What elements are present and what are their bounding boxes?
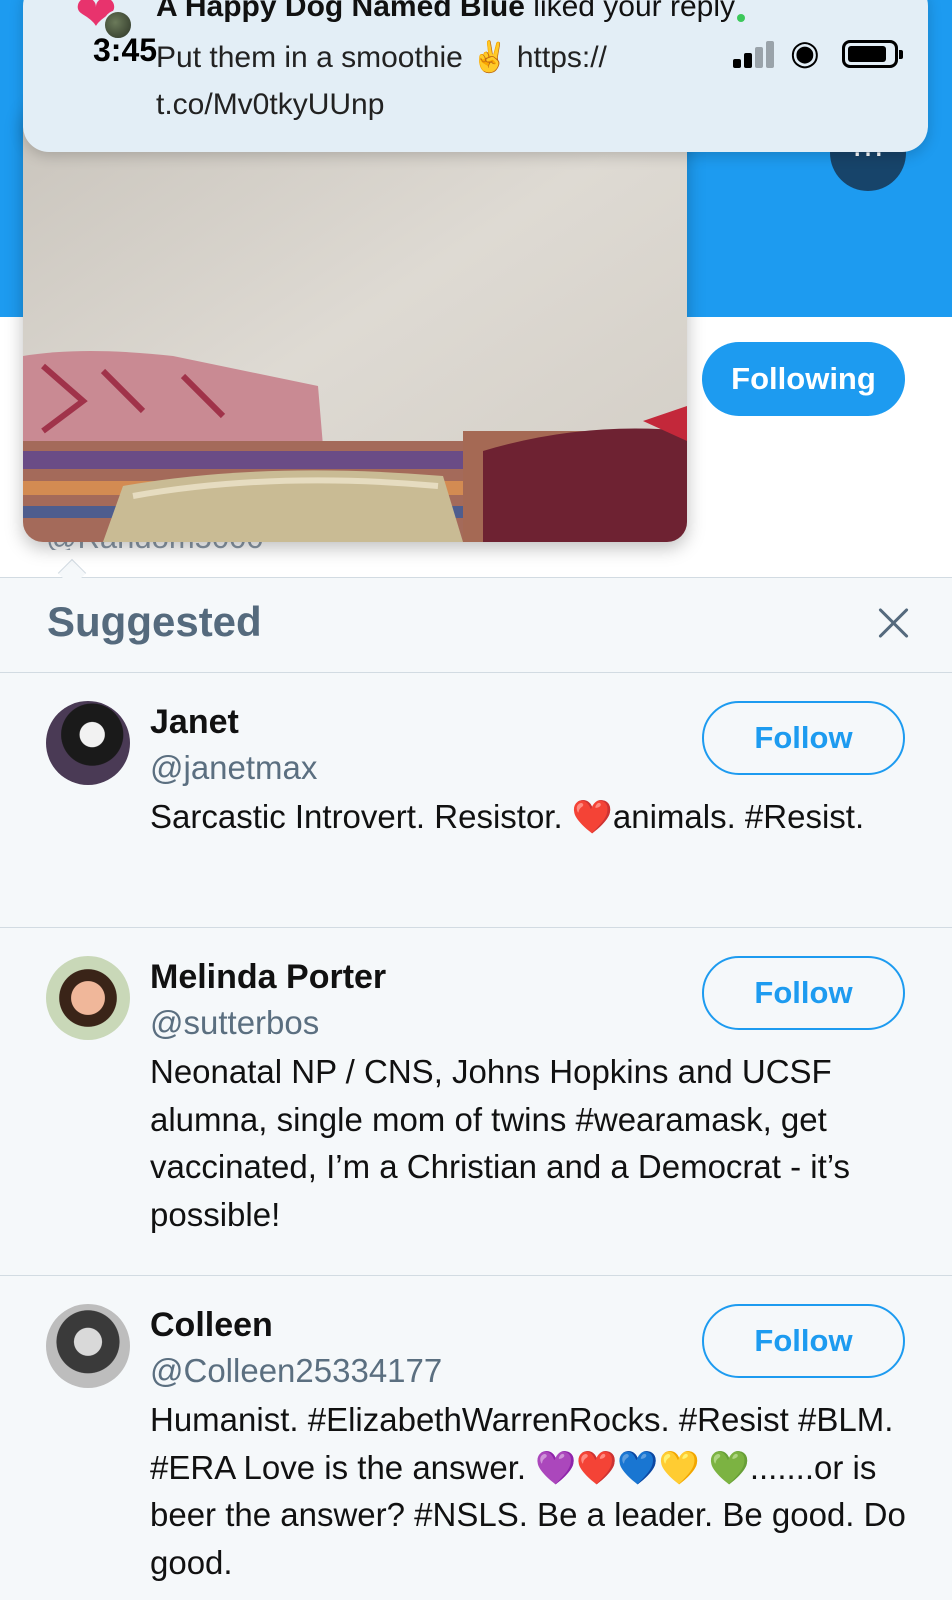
- user-handle: @janetmax: [150, 749, 318, 786]
- camera-indicator-dot: [737, 14, 745, 22]
- battery-icon: [842, 40, 903, 68]
- user-bio: Humanist. #ElizabethWarrenRocks. #Resist…: [150, 1401, 906, 1581]
- avatar[interactable]: [46, 956, 130, 1040]
- video-frame: [23, 101, 687, 542]
- user-name[interactable]: Melinda Porter: [150, 958, 386, 997]
- status-time: 3:45: [93, 32, 158, 68]
- user-bio: Neonatal NP / CNS, Johns Hopkins and UCS…: [150, 1053, 851, 1233]
- suggested-user-card[interactable]: Colleen @Colleen25334177 Follow Humanist…: [0, 1276, 952, 1600]
- user-handle: @sutterbos: [150, 1004, 320, 1041]
- user-bio: Sarcastic Introvert. Resistor. ❤️animals…: [150, 798, 865, 835]
- close-icon[interactable]: [876, 605, 912, 641]
- notification-body-line2: t.co/Mv0tkyUUnp: [156, 88, 385, 121]
- user-handle: @Colleen25334177: [150, 1352, 443, 1389]
- suggested-user-card[interactable]: Janet @janetmax Follow Sarcastic Introve…: [0, 673, 952, 928]
- follow-button[interactable]: Follow: [702, 956, 905, 1030]
- push-notification[interactable]: ❤ A Happy Dog Named Blue liked your repl…: [23, 0, 928, 152]
- avatar[interactable]: [46, 701, 130, 785]
- suggested-user-card[interactable]: Melinda Porter @sutterbos Follow Neonata…: [0, 928, 952, 1276]
- user-name[interactable]: Janet: [150, 703, 239, 742]
- follow-button[interactable]: Follow: [702, 701, 905, 775]
- follow-button[interactable]: Follow: [702, 1304, 905, 1378]
- suggested-title: Suggested: [47, 598, 262, 645]
- notification-body: Put them in a smoothie ✌️ https://: [156, 41, 607, 74]
- following-button[interactable]: Following: [702, 342, 905, 416]
- user-name[interactable]: Colleen: [150, 1306, 273, 1345]
- picture-in-picture-video[interactable]: [23, 101, 687, 542]
- signal-icon: [733, 40, 777, 68]
- twitter-profile-screen: … Following @Random5000 Suggested Janet …: [0, 0, 952, 1600]
- avatar[interactable]: [46, 1304, 130, 1388]
- notification-title: A Happy Dog Named Blue liked your reply: [156, 0, 736, 23]
- wifi-icon: ◉: [790, 34, 820, 72]
